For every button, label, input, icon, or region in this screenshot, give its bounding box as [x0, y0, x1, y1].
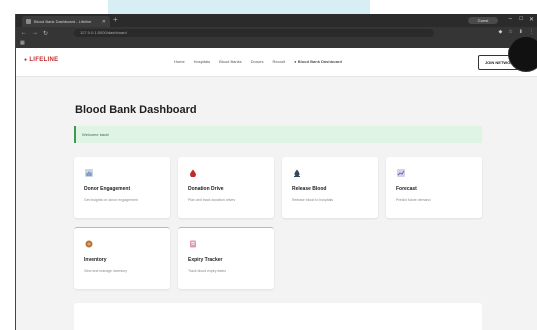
card-donor-engagement[interactable]: Donor Engagement Get insights on donor e…: [74, 157, 170, 218]
nav-dashboard[interactable]: ● Blood Bank Dashboard: [294, 59, 342, 64]
forecast-icon: [397, 169, 405, 177]
forward-icon[interactable]: →: [32, 30, 38, 36]
webcam-overlay: [508, 36, 537, 72]
blood-drop-icon: [190, 169, 196, 177]
card-release-blood[interactable]: Release Blood Release blood to hospitals: [282, 157, 378, 218]
extension-icon[interactable]: ◆: [498, 29, 502, 35]
card-description: Release blood to hospitals: [292, 198, 334, 202]
card-description: Predict future demand: [396, 198, 431, 202]
site-header: ● LIFELINE Home Hospitals Blood Banks Don…: [16, 48, 537, 77]
apps-icon[interactable]: ▦: [20, 40, 25, 46]
card-title: Inventory: [84, 257, 107, 263]
card-title: Donation Drive: [188, 186, 224, 192]
browser-tab[interactable]: Blood Bank Dashboard - Lifeline ✕: [22, 16, 110, 27]
card-title: Donor Engagement: [84, 186, 131, 192]
back-icon[interactable]: ←: [21, 30, 27, 36]
nav-blood-banks[interactable]: Blood Banks: [219, 59, 241, 64]
minimize-icon[interactable]: –: [509, 16, 512, 22]
site-logo[interactable]: ● LIFELINE: [24, 57, 58, 63]
inventory-icon: [85, 240, 93, 248]
top-band: [108, 0, 370, 14]
blood-bag-icon: [294, 169, 300, 177]
card-title: Expiry Tracker: [188, 257, 223, 263]
card-description: Get insights on donor engagement: [84, 198, 138, 202]
card-title: Release Blood: [292, 186, 327, 192]
reload-icon[interactable]: ↻: [43, 30, 48, 37]
profile-pill[interactable]: Guest: [468, 17, 498, 24]
card-forecast[interactable]: Forecast Predict future demand: [386, 157, 482, 218]
page-title: Blood Bank Dashboard: [75, 104, 197, 116]
nav-hospitals[interactable]: Hospitals: [194, 59, 210, 64]
new-tab-icon[interactable]: +: [113, 15, 118, 24]
nav-recruit[interactable]: Recruit: [273, 59, 286, 64]
address-bar: ← → ↻ 127.0.0.1:5000/dashboard ◆ ☆ ⬇ ⋮: [16, 27, 537, 39]
download-icon[interactable]: ⬇: [519, 29, 523, 35]
window-close-icon[interactable]: ✕: [529, 16, 534, 23]
close-icon[interactable]: ✕: [102, 19, 106, 25]
welcome-alert: Welcome back!: [74, 126, 482, 143]
maximize-icon[interactable]: □: [519, 16, 523, 22]
url-field[interactable]: 127.0.0.1:5000/dashboard: [74, 29, 434, 37]
card-donation-drive[interactable]: Donation Drive Plan and track donation d…: [178, 157, 274, 218]
card-inventory[interactable]: Inventory View and manage inventory: [74, 227, 170, 289]
card-title: Forecast: [396, 186, 417, 192]
nav-donors[interactable]: Donors: [251, 59, 264, 64]
tab-title: Blood Bank Dashboard - Lifeline: [34, 19, 92, 24]
menu-icon[interactable]: ⋮: [529, 29, 534, 35]
bottom-panel: [74, 303, 482, 330]
nav-home[interactable]: Home: [174, 59, 185, 64]
bookmarks-bar: ▦: [16, 39, 537, 48]
card-description: Track blood expiry dates: [188, 269, 226, 273]
chart-icon: [85, 169, 93, 177]
card-description: View and manage inventory: [84, 269, 128, 273]
card-description: Plan and track donation drives: [188, 198, 236, 202]
expiry-icon: [190, 240, 196, 248]
site-nav: Home Hospitals Blood Banks Donors Recrui…: [174, 59, 342, 64]
star-icon[interactable]: ☆: [508, 29, 512, 35]
card-expiry-tracker[interactable]: Expiry Tracker Track blood expiry dates: [178, 227, 274, 289]
favicon-icon: [26, 19, 31, 24]
tab-bar: Blood Bank Dashboard - Lifeline ✕ + Gues…: [16, 14, 537, 27]
logo-drop-icon: ●: [24, 57, 28, 63]
